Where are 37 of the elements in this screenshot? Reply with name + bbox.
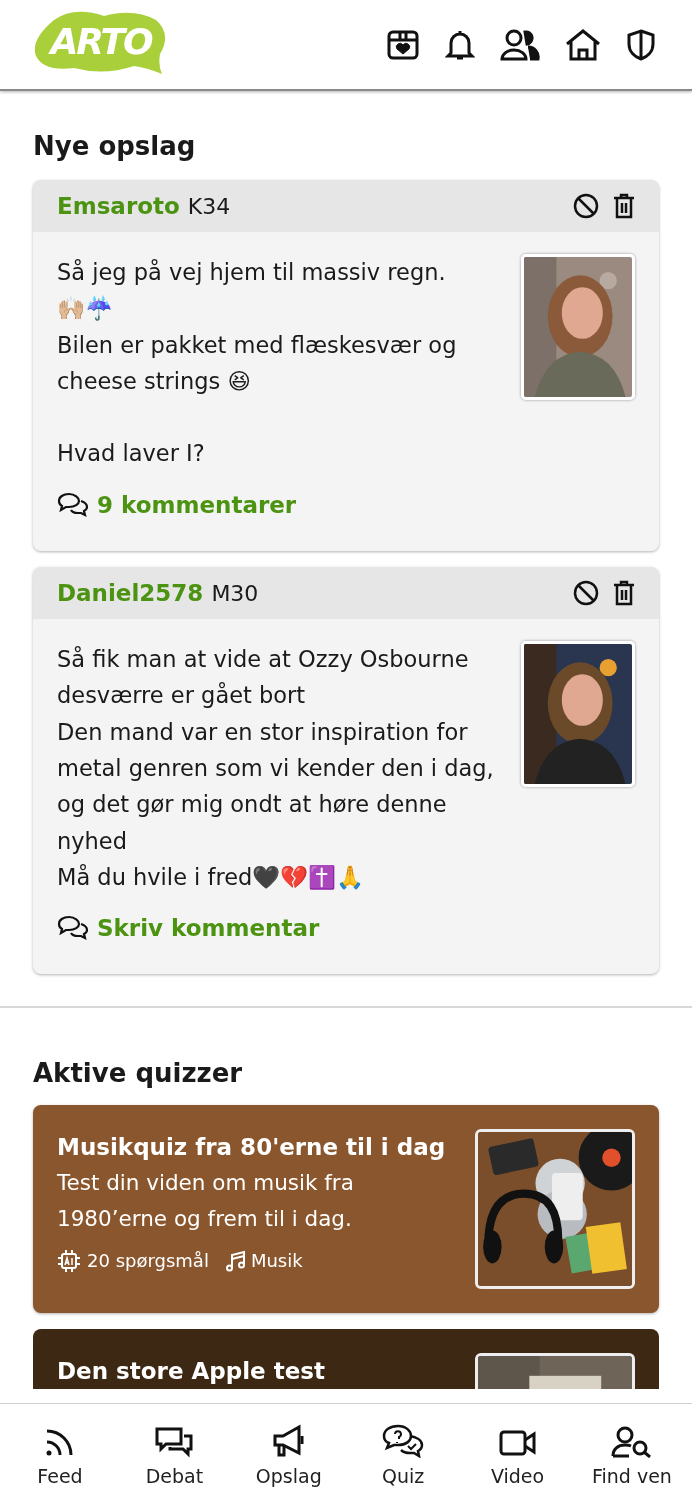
trash-icon[interactable] [613,193,635,219]
shield-icon[interactable] [626,28,656,61]
comments-icon [57,492,89,519]
comments-icon [57,915,89,942]
video-camera-icon [498,1428,537,1458]
quiz-title: Den store Apple test [57,1357,326,1387]
block-icon[interactable] [573,580,599,607]
quiz-description: Test din viden om musik fra 1980’erne og frem til i dag. [57,1169,355,1234]
category-label: Musik [250,1249,303,1274]
post-text: Så fik man at vide at Ozzy Osbourne desværre er gået bort Den mand var en stor inspiration for metal genren som vi kender den i dag, og det gør mig ondt at høre denne nyhed Må du hvile i fred🖤💔✝🙏 [57,645,495,892]
megaphone-icon [271,1424,306,1458]
chip-icon [57,1248,81,1273]
person-search-icon [610,1426,653,1458]
nav-tab[interactable]: Feed [4,1422,116,1491]
post-text: Så jeg på vej hjem til massiv regn. 🙌🏼☔ Bilen er pakket med flæskesvær og cheese strings 😆 Hvad laver I? [57,258,458,469]
age-label: M30 [211,579,259,608]
bell-icon[interactable] [445,28,475,61]
quiz-title: Musikquiz fra 80'erne til i dag [57,1133,447,1163]
home-icon[interactable] [565,28,601,61]
users-icon[interactable] [500,28,540,61]
block-icon[interactable] [573,193,599,219]
section-title: Nye opslag [33,130,197,163]
quiz-card[interactable]: Den store Apple test [33,1329,659,1390]
quiz-card[interactable]: Musikquiz fra 80'erne til i dag Test din viden om musik fra 1980’erne og frem til i dag. 20 spørgsmål Musik [33,1105,659,1314]
gift-box-icon[interactable] [386,28,420,61]
nav-tab[interactable]: Quiz [347,1422,460,1491]
question-count: 20 spørgsmål [87,1249,209,1274]
section-title: Aktive quizzer [33,1057,244,1091]
trash-icon[interactable] [613,580,635,607]
nav-tab[interactable]: Find ven [575,1422,688,1491]
chat-bubbles-icon [154,1426,195,1458]
music-note-icon [224,1249,247,1272]
nav-tab[interactable]: Opslag [232,1422,345,1491]
question-chat-icon [382,1424,425,1458]
nav-tab[interactable]: Debat [118,1422,231,1491]
nav-tab[interactable]: Video [461,1422,574,1491]
age-label: K34 [187,192,231,221]
